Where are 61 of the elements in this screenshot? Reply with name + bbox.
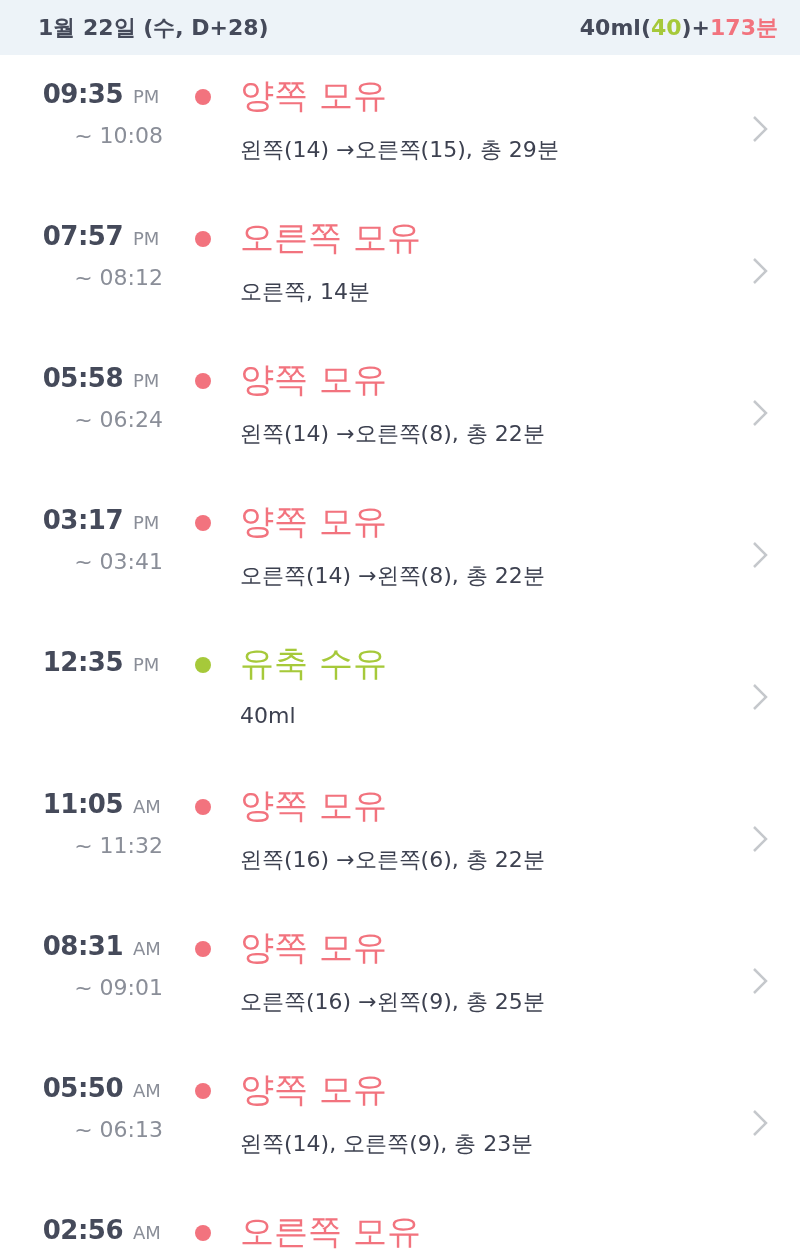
start-time: 03:17: [42, 505, 123, 535]
meridiem-label: PM: [133, 86, 161, 107]
start-time: 05:50: [42, 1073, 123, 1103]
feeding-detail: 오른쪽, 14분: [240, 278, 371, 306]
end-time: ~ 11:32: [74, 833, 163, 858]
feeding-title: 양쪽 모유: [240, 74, 388, 117]
feeding-title: 양쪽 모유: [240, 500, 388, 543]
end-time: ~ 08:12: [74, 265, 163, 290]
start-time: 05:58: [42, 363, 123, 393]
end-time: ~ 03:41: [74, 549, 163, 574]
chevron-right-icon: [752, 115, 768, 143]
feeding-title: 양쪽 모유: [240, 358, 388, 401]
meridiem-label: PM: [133, 370, 161, 391]
chevron-right-icon: [752, 825, 768, 853]
chevron-right-icon: [752, 683, 768, 711]
chevron-right-icon: [752, 1109, 768, 1137]
start-time: 07:57: [42, 221, 123, 251]
meridiem-label: PM: [133, 228, 161, 249]
meridiem-label: AM: [133, 796, 162, 817]
feeding-entry[interactable]: 08:31 AM ~ 09:01 양쪽 모유 오른쪽(16) →왼쪽(9), 총 25분: [0, 907, 800, 1049]
chevron-right-icon: [752, 541, 768, 569]
start-time: 02:56: [42, 1215, 123, 1245]
feeding-entry[interactable]: 05:58 PM ~ 06:24 양쪽 모유 왼쪽(14) →오른쪽(8), 총 22분: [0, 339, 800, 481]
feeding-entry[interactable]: 11:05 AM ~ 11:32 양쪽 모유 왼쪽(16) →오른쪽(6), 총 22분: [0, 765, 800, 907]
daily-summary: 40ml(40)+173분: [579, 13, 778, 42]
feeding-title: 양쪽 모유: [240, 926, 388, 969]
feeding-detail: 왼쪽(14) →오른쪽(15), 총 29분: [240, 136, 560, 164]
chevron-right-icon: [752, 257, 768, 285]
feeding-entry[interactable]: 09:35 PM ~ 10:08 양쪽 모유 왼쪽(14) →오른쪽(15), 총 29분: [0, 55, 800, 197]
meridiem-label: AM: [133, 1080, 162, 1101]
feeding-title: 유축 수유: [240, 642, 388, 685]
start-time: 09:35: [42, 79, 123, 109]
meridiem-label: AM: [133, 938, 162, 959]
feeding-detail: 왼쪽(14) →오른쪽(8), 총 22분: [240, 420, 546, 448]
feeding-title: 양쪽 모유: [240, 1068, 388, 1111]
feeding-title: 오른쪽 모유: [240, 216, 422, 259]
feeding-entry[interactable]: 07:57 PM ~ 08:12 오른쪽 모유 오른쪽, 14분: [0, 197, 800, 339]
feeding-detail: 40ml: [240, 703, 297, 728]
meridiem-label: PM: [133, 512, 161, 533]
feeding-detail: 오른쪽(16) →왼쪽(9), 총 25분: [240, 988, 546, 1016]
feeding-entry[interactable]: 02:56 AM 오른쪽 모유: [0, 1191, 800, 1250]
feeding-entry[interactable]: 03:17 PM ~ 03:41 양쪽 모유 오른쪽(14) →왼쪽(8), 총 22분: [0, 481, 800, 623]
feeding-detail: 왼쪽(14), 오른쪽(9), 총 23분: [240, 1130, 535, 1158]
start-time: 12:35: [42, 647, 123, 677]
meridiem-label: PM: [133, 654, 161, 675]
chevron-right-icon: [752, 967, 768, 995]
end-time: ~ 06:24: [74, 407, 163, 432]
start-time: 08:31: [42, 931, 123, 961]
meridiem-label: AM: [133, 1222, 162, 1243]
chevron-right-icon: [752, 399, 768, 427]
feeding-title: 오른쪽 모유: [240, 1210, 422, 1250]
start-time: 11:05: [42, 789, 123, 819]
feeding-title: 양쪽 모유: [240, 784, 388, 827]
feeding-entry[interactable]: 05:50 AM ~ 06:13 양쪽 모유 왼쪽(14), 오른쪽(9), 총 23분: [0, 1049, 800, 1191]
end-time: ~ 06:13: [74, 1117, 163, 1142]
date-label: 1월 22일 (수, D+28): [38, 13, 269, 42]
feeding-detail: 오른쪽(14) →왼쪽(8), 총 22분: [240, 562, 546, 590]
end-time: ~ 10:08: [74, 123, 163, 148]
end-time: ~ 09:01: [74, 975, 163, 1000]
feeding-detail: 왼쪽(16) →오른쪽(6), 총 22분: [240, 846, 546, 874]
feeding-entry[interactable]: 12:35 PM 유축 수유 40ml: [0, 623, 800, 765]
